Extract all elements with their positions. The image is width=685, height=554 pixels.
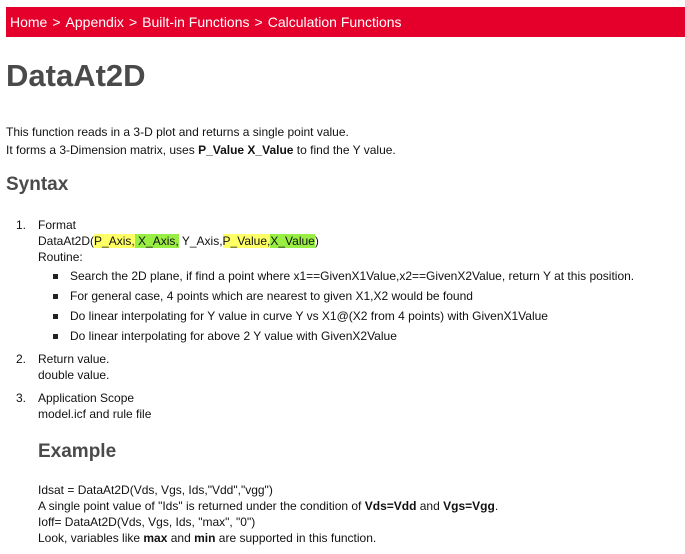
item-detail: model.icf and rule file <box>38 407 152 421</box>
intro-line-1: This function reads in a 3-D plot and re… <box>6 125 349 139</box>
example-line-2-mid: and <box>416 499 444 513</box>
example-line-4-bold-1: max <box>143 531 168 545</box>
item-label: Return value. <box>38 352 110 366</box>
breadcrumb: Home > Appendix > Built-in Functions > Calcula… <box>6 7 685 37</box>
example-heading: Example <box>38 441 117 462</box>
param-p-axis: P_Axis, <box>94 234 135 248</box>
function-name: DataAt2D( <box>38 234 95 248</box>
intro-line-2-bold: P_Value X_Value <box>198 143 294 157</box>
routine-step: Do linear interpolating for above 2 Y va… <box>38 328 681 344</box>
syntax-item-return-value: 2. Return value. double value. <box>6 351 681 383</box>
item-detail: double value. <box>38 368 110 382</box>
example-line-2-suffix: . <box>494 499 499 513</box>
intro-line-2: It forms a 3-Dimension matrix, uses P_Va… <box>6 141 676 159</box>
breadcrumb-link-built-in-functions[interactable]: Built-in Functions <box>142 14 249 30</box>
item-number: 3. <box>16 391 27 405</box>
intro-text: This function reads in a 3-D plot and re… <box>6 123 676 159</box>
example-line-2-bold-2: Vgs=Vgg <box>443 499 495 513</box>
example-line-2: A single point value of "Ids" is returne… <box>38 498 678 514</box>
routine-step: For general case, 4 points which are nea… <box>38 288 681 304</box>
param-x-value: X_Value <box>270 234 315 248</box>
breadcrumb-link-home[interactable]: Home <box>10 14 47 30</box>
item-number: 1. <box>16 218 27 232</box>
breadcrumb-separator: > <box>254 14 263 30</box>
param-p-value: P_Value, <box>222 234 271 248</box>
example-line-2-prefix: A single point value of "Ids" is returne… <box>38 499 365 513</box>
example-line-4-bold-2: min <box>194 531 216 545</box>
param-x-axis: X_Axis, <box>134 234 179 248</box>
routine-list: Search the 2D plane, if find a point whe… <box>38 268 681 344</box>
intro-line-2-prefix: It forms a 3-Dimension matrix, uses <box>6 143 199 157</box>
example-line-2-bold-1: Vds=Vdd <box>364 499 417 513</box>
routine-step: Do linear interpolating for Y value in c… <box>38 308 681 324</box>
item-label: Format <box>38 218 77 232</box>
example-block: Idsat = DataAt2D(Vds, Vgs, Ids,"Vdd","vg… <box>38 482 678 546</box>
example-line-4-prefix: Look, variables like <box>38 531 144 545</box>
page-title: DataAt2D <box>6 58 146 93</box>
syntax-heading: Syntax <box>6 174 69 195</box>
param-y-axis: Y_Axis, <box>178 234 223 248</box>
syntax-item-application-scope: 3. Application Scope model.icf and rule … <box>6 390 681 422</box>
item-label: Application Scope <box>38 391 135 405</box>
close-paren: ) <box>314 234 319 248</box>
example-line-1: Idsat = DataAt2D(Vds, Vgs, Ids,"Vdd","vg… <box>38 483 273 497</box>
breadcrumb-separator: > <box>128 14 138 30</box>
example-line-4-mid: and <box>167 531 195 545</box>
syntax-list: 1. Format DataAt2D(P_Axis, X_Axis, Y_Axi… <box>6 217 681 422</box>
intro-line-2-suffix: to find the Y value. <box>293 143 396 157</box>
breadcrumb-separator: > <box>52 14 61 30</box>
format-signature: DataAt2D(P_Axis, X_Axis, Y_Axis,P_Value,… <box>38 233 681 249</box>
item-number: 2. <box>16 352 27 366</box>
example-line-4-suffix: are supported in this function. <box>215 531 377 545</box>
routine-step: Search the 2D plane, if find a point whe… <box>38 268 681 284</box>
routine-label: Routine: <box>38 250 83 264</box>
breadcrumb-link-calculation-functions[interactable]: Calculation Functions <box>268 14 402 30</box>
example-line-4: Look, variables like max and min are sup… <box>38 530 678 546</box>
breadcrumb-link-appendix[interactable]: Appendix <box>66 14 124 30</box>
syntax-item-format: 1. Format DataAt2D(P_Axis, X_Axis, Y_Axi… <box>6 217 681 344</box>
example-line-3: Ioff= DataAt2D(Vds, Vgs, Ids, "max", "0"… <box>38 515 256 529</box>
